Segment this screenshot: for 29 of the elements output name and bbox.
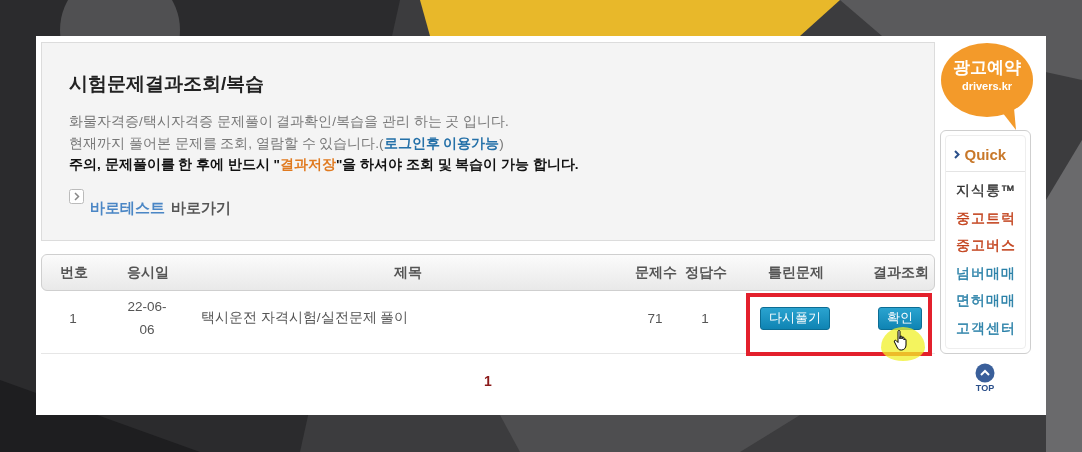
chevron-right-icon [69,189,84,204]
quick-title: Quick [964,146,1007,163]
quick-link[interactable]: 넘버매매 [955,259,1016,287]
quick-link[interactable]: 중고버스 [955,232,1016,260]
table-cell: 1 [69,310,77,326]
page-title: 시험문제결과조회/복습 [69,72,266,96]
quick-link[interactable]: 면허매매 [955,287,1016,315]
table-cell: 71 [647,310,663,326]
result-button[interactable]: 확인 [878,306,922,330]
column-header: 문제수 [635,263,677,282]
description-text: 현재까지 풀어본 문제를 조회, 열람할 수 있습니다.(로그인후 이용가능) [69,134,505,153]
quick-link[interactable]: 중고트럭 [955,204,1016,232]
quick-link[interactable]: 고객센터 [955,314,1016,342]
table-cell: 1 [701,310,709,326]
column-header: 번호 [60,263,88,282]
chevron-right-icon [953,150,960,159]
column-header: 정답수 [685,263,727,282]
notice-text: 주의, 문제풀이를 한 후에 반드시 "결과저장"을 하셔야 조회 및 복습이 가능 합니다. [69,156,580,174]
column-header: 틀린문제 [768,263,824,282]
column-header: 응시일 [127,263,169,282]
page-link[interactable]: 1 [484,373,492,389]
column-header: 결과조회 [873,263,929,282]
shortcut-link[interactable]: 바로테스트 바로가기 [90,198,231,218]
quick-link[interactable]: 지식통™ [955,177,1016,205]
table-cell-text: 22-06-06 [126,298,168,339]
retry-button[interactable]: 다시풀기 [760,306,830,330]
column-header: 제목 [394,263,422,282]
table-cell-text: 택시운전 자격시험/실전문제 풀이 [200,309,409,327]
description-text: 화물자격증/택시자격증 문제풀이 결과확인/복습을 관리 하는 곳 입니다. [69,113,510,131]
